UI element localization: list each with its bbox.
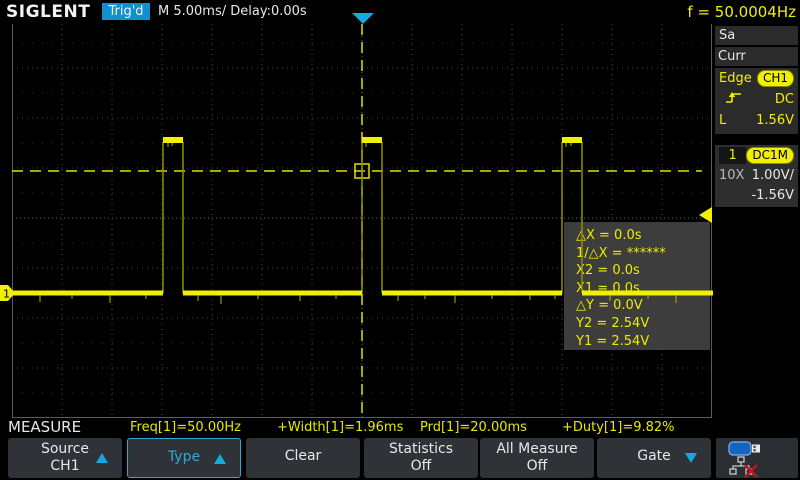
trigger-level-marker-icon[interactable] (699, 207, 712, 223)
trigger-mode-label: Edge (719, 71, 752, 86)
right-info-sidebar: Sa 250MSa/s Curr 17.5Mpts Edge CH1 DC L … (713, 24, 800, 418)
graticule-grid (0, 24, 713, 418)
siglent-logo: SIGLENT (6, 2, 90, 22)
vertical-offset-value: -1.56V (751, 188, 794, 203)
cursor-crosshair-marker[interactable] (355, 164, 369, 178)
cursor-x2: X2 = 0.0s (576, 262, 710, 280)
trigger-info-panel[interactable]: Edge CH1 DC L 1.56V (715, 68, 798, 134)
statistics-button-label: Statistics (364, 441, 478, 458)
cursor-y2: Y2 = 2.54V (576, 315, 710, 333)
trigger-status-badge: Trig'd (102, 3, 150, 20)
statistics-button[interactable]: Statistics Off (364, 438, 478, 478)
up-arrow-icon (214, 454, 226, 464)
cursor-x1: X1 = 0.0s (576, 280, 710, 298)
timebase-readout: M 5.00ms/ Delay:0.00s (158, 4, 307, 19)
channel-number-tab: 1 (719, 147, 746, 164)
all-measure-button-label: All Measure (480, 441, 594, 458)
status-icons-panel (716, 438, 798, 478)
memory-depth-readout: Curr 17.5Mpts (715, 47, 798, 66)
all-measure-button-value: Off (480, 458, 594, 475)
channel1-info-panel[interactable]: 1 DC1M 10X 1.00V/ -1.56V (715, 145, 798, 207)
pulse-edges (163, 142, 582, 293)
trigger-level-label: L (719, 113, 726, 128)
vertical-scale-value: 1.00V/ (752, 168, 794, 183)
cursor-inv-delta-x: 1/△X = ****** (576, 245, 710, 263)
clear-button[interactable]: Clear (246, 438, 360, 478)
cursor-readout-panel: △X = 0.0s 1/△X = ****** X2 = 0.0s X1 = 0… (564, 222, 710, 350)
measure-pos-width: +Width[1]=1.96ms (277, 420, 403, 435)
channel1-ground-marker-icon[interactable] (0, 285, 15, 301)
measure-freq: Freq[1]=50.00Hz (130, 420, 241, 435)
clear-button-label: Clear (246, 438, 360, 474)
type-button[interactable]: Type (127, 438, 241, 478)
channel-coupling-badge: DC1M (746, 147, 794, 164)
channel1-marker-label: 1 (3, 288, 10, 301)
trigger-source-badge: CH1 (757, 70, 794, 87)
cursor-delta-x: △X = 0.0s (576, 227, 710, 245)
usb-icon (728, 440, 768, 457)
cursor-y1: Y1 = 2.54V (576, 333, 710, 351)
all-measure-button[interactable]: All Measure Off (480, 438, 594, 478)
down-arrow-icon (685, 453, 697, 463)
measure-title: MEASURE (8, 418, 81, 436)
ch1-waveform-trace: 1 (0, 24, 713, 418)
lan-disconnected-icon (729, 456, 763, 478)
trigger-coupling-label: DC (775, 92, 794, 107)
frequency-counter: f = 50.0004Hz (687, 3, 796, 21)
sample-rate-readout: Sa 250MSa/s (715, 26, 798, 45)
probe-attenuation-label: 10X (719, 168, 744, 183)
source-button[interactable]: Source CH1 (8, 438, 122, 478)
waveform-display: △X = 0.0s 1/△X = ****** X2 = 0.0s X1 = 0… (0, 24, 713, 418)
statistics-button-value: Off (364, 458, 478, 475)
gate-button[interactable]: Gate (597, 438, 711, 478)
up-arrow-icon (96, 453, 108, 463)
top-status-bar: SIGLENT Trig'd M 5.00ms/ Delay:0.00s f =… (0, 0, 800, 24)
softkey-menu: Source CH1 Type Clear Statistics Off All… (0, 436, 800, 480)
oscilloscope-screen: SIGLENT Trig'd M 5.00ms/ Delay:0.00s f =… (0, 0, 800, 480)
measure-period: Prd[1]=20.00ms (420, 420, 527, 435)
trigger-position-marker-icon[interactable] (352, 13, 374, 24)
trigger-slope-rising-icon (725, 90, 743, 109)
trigger-level-value: 1.56V (756, 113, 794, 128)
cursor-delta-y: △Y = 0.0V (576, 297, 710, 315)
measurement-bar: MEASURE Freq[1]=50.00Hz +Width[1]=1.96ms… (0, 418, 800, 436)
measure-pos-duty: +Duty[1]=9.82% (562, 420, 675, 435)
